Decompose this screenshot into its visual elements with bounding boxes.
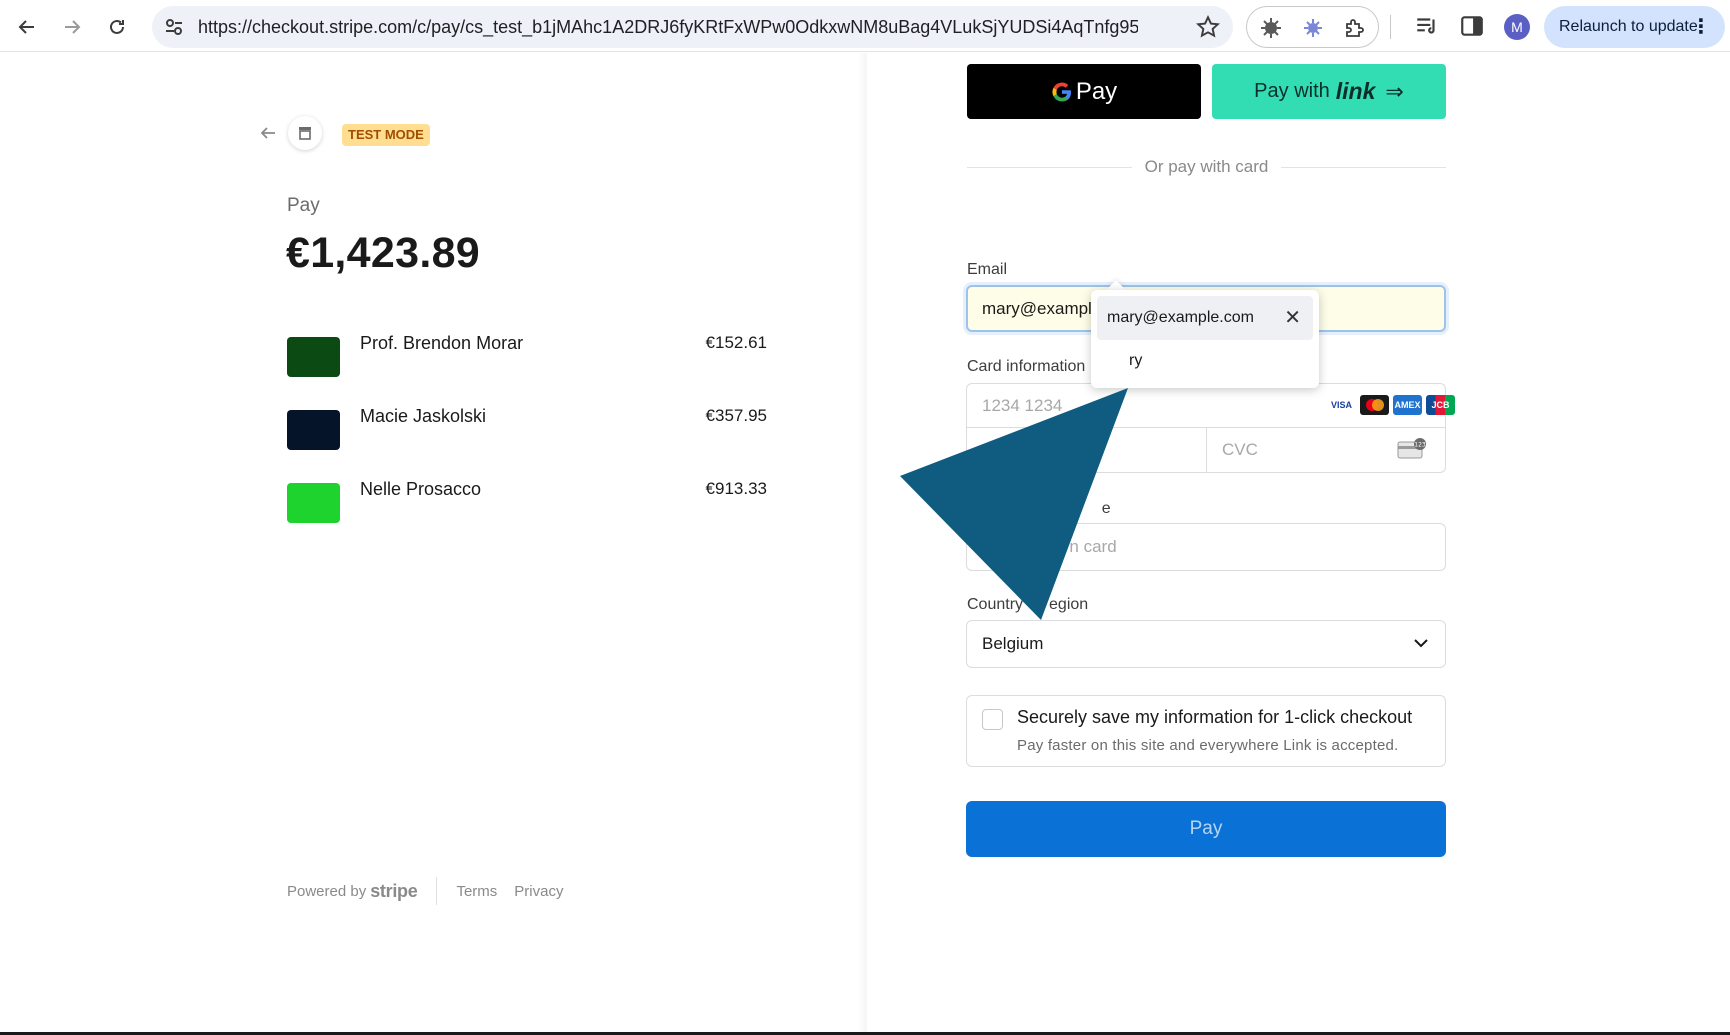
item-price: €357.95 — [705, 406, 767, 425]
privacy-link[interactable]: Privacy — [514, 883, 563, 900]
svg-text:123: 123 — [1414, 442, 1426, 449]
line-item: Prof. Brendon Morar €152.61 — [287, 333, 767, 377]
kebab-menu-icon[interactable]: ⋮ — [1691, 6, 1711, 48]
save-info-box: Securely save my information for 1-click… — [966, 695, 1446, 767]
forward-arrow-icon — [65, 20, 81, 34]
pay-label: Pay — [287, 195, 320, 216]
line-item: Macie Jaskolski €357.95 — [287, 406, 767, 450]
address-bar[interactable]: https://checkout.stripe.com/c/pay/cs_tes… — [152, 6, 1233, 48]
mastercard-icon — [1360, 395, 1389, 415]
checkout-page: TEST MODE Pay €1,423.89 Prof. Brendon Mo… — [0, 53, 1730, 1035]
card-expiry-input[interactable] — [966, 427, 1207, 473]
divider-line — [1281, 167, 1446, 168]
country-label-text: Country — [967, 596, 1024, 613]
url-text[interactable]: https://checkout.stripe.com/c/pay/cs_tes… — [198, 17, 1138, 38]
link-arrow-icon: ⇒ — [1385, 78, 1404, 104]
extension-icon[interactable] — [1259, 16, 1283, 40]
site-info-icon[interactable] — [162, 15, 186, 39]
item-thumbnail — [287, 483, 340, 523]
card-info-label: Card information — [967, 358, 1086, 375]
avatar[interactable]: M — [1504, 14, 1530, 40]
item-name: Macie Jaskolski — [360, 406, 487, 426]
pay-with-link-button[interactable]: Pay with link ⇒ — [1212, 64, 1446, 119]
line-item: Nelle Prosacco €913.33 — [287, 479, 767, 523]
order-summary-pane: TEST MODE Pay €1,423.89 Prof. Brendon Mo… — [0, 53, 866, 1033]
cardholder-name-input[interactable]: Full n card — [966, 523, 1446, 571]
cardholder-label-tail: e — [1101, 500, 1111, 517]
test-mode-badge: TEST MODE — [342, 124, 430, 146]
reading-list-icon[interactable] — [1414, 13, 1440, 39]
terms-link[interactable]: Terms — [456, 883, 497, 900]
autofill-suggestion-text: mary@example.com — [1107, 309, 1254, 326]
checkout-footer: Powered by stripe Terms Privacy — [287, 876, 580, 906]
cardholder-label-text: Card — [967, 500, 1002, 517]
country-value: Belgium — [982, 634, 1044, 653]
cardholder-placeholder-head: Full — [982, 537, 1010, 556]
cardholder-label: Card e — [967, 500, 1111, 518]
country-label-tail: egion — [1049, 596, 1089, 613]
relaunch-label: Relaunch to update — [1559, 18, 1698, 35]
card-brand-logos: VISA AMEX JCB — [1327, 395, 1455, 417]
email-label: Email — [967, 261, 1008, 278]
card-number-placeholder: 1234 1234 — [982, 396, 1063, 415]
autofill-dropdown: mary@example.com ✕ ry — [1091, 290, 1319, 388]
stripe-logo[interactable]: stripe — [370, 881, 418, 902]
cvc-placeholder: CVC — [1222, 440, 1258, 459]
cardholder-placeholder-tail: n card — [1069, 537, 1117, 556]
cvc-card-icon: 123 — [1397, 438, 1426, 459]
back-button[interactable] — [8, 8, 46, 46]
country-label: Country egion — [967, 596, 1088, 614]
back-arrow-icon[interactable] — [258, 123, 278, 143]
item-name: Nelle Prosacco — [360, 479, 482, 499]
puzzle-icon[interactable] — [1343, 16, 1367, 40]
extensions-group — [1246, 6, 1379, 48]
merchant-logo — [288, 116, 322, 150]
pay-button[interactable]: Pay — [966, 801, 1446, 857]
amex-icon: AMEX — [1393, 395, 1422, 415]
forward-button[interactable] — [53, 8, 91, 46]
star-icon[interactable] — [1195, 14, 1221, 40]
chevron-down-icon — [1414, 639, 1428, 648]
extension-icon[interactable] — [1301, 16, 1325, 40]
reload-button[interactable] — [98, 8, 136, 46]
jcb-icon: JCB — [1426, 395, 1455, 415]
toolbar-separator — [1390, 15, 1391, 39]
item-price: €913.33 — [705, 479, 767, 498]
save-info-subtitle: Pay faster on this site and everywhere L… — [1017, 737, 1399, 754]
total-amount: €1,423.89 — [286, 229, 480, 277]
google-g-icon — [1052, 82, 1071, 102]
link-prefix: Pay with — [1254, 80, 1330, 102]
reload-icon — [110, 19, 124, 34]
side-panel-icon[interactable] — [1459, 13, 1485, 39]
google-pay-label: Pay — [1075, 77, 1118, 105]
back-arrow-icon — [18, 20, 34, 34]
link-logo: link — [1335, 78, 1376, 104]
visa-icon: VISA — [1327, 395, 1356, 415]
item-thumbnail — [287, 337, 340, 377]
or-divider: Or pay with card — [967, 155, 1446, 179]
item-name: Prof. Brendon Morar — [360, 333, 524, 353]
autofill-suggestion[interactable]: mary@example.com ✕ — [1097, 296, 1313, 340]
save-info-title: Securely save my information for 1-click… — [1017, 707, 1413, 727]
powered-by-label: Powered by — [287, 882, 367, 900]
google-pay-button[interactable]: Pay — [967, 64, 1201, 119]
relaunch-button[interactable]: Relaunch to update ⋮ — [1544, 6, 1725, 48]
country-select[interactable]: Belgium — [966, 620, 1446, 668]
store-icon — [299, 127, 311, 140]
autofill-manage-item[interactable]: ry — [1129, 352, 1142, 370]
footer-divider — [436, 877, 438, 905]
item-price: €152.61 — [705, 333, 767, 352]
save-info-checkbox[interactable] — [982, 709, 1003, 730]
item-thumbnail — [287, 410, 340, 450]
browser-toolbar: https://checkout.stripe.com/c/pay/cs_tes… — [0, 0, 1730, 52]
close-icon[interactable]: ✕ — [1284, 296, 1301, 340]
